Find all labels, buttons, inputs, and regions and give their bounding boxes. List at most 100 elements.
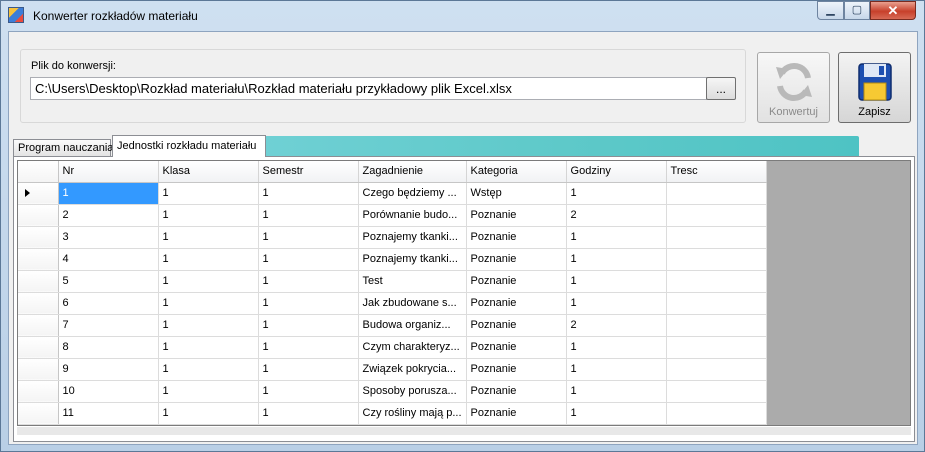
table-cell[interactable]: 1 [566,226,667,249]
table-cell[interactable]: 1 [258,402,359,425]
row-header[interactable] [18,314,59,337]
table-row[interactable]: 2 1 1 Porównanie budo... Poznanie 2 [18,204,767,227]
table-cell[interactable]: 8 [58,336,159,359]
table-row[interactable]: 6 1 1 Jak zbudowane s... Poznanie 1 [18,292,767,315]
row-header[interactable] [18,292,59,315]
table-cell[interactable] [666,248,767,271]
table-cell[interactable]: 2 [566,204,667,227]
table-cell[interactable]: 1 [158,182,259,205]
table-row[interactable]: 10 1 1 Sposoby porusza... Poznanie 1 [18,380,767,403]
table-cell[interactable]: 2 [58,204,159,227]
column-header-semestr[interactable]: Semestr [258,161,359,183]
table-cell[interactable]: Poznajemy tkanki... [358,226,467,249]
table-cell[interactable]: 6 [58,292,159,315]
table-cell[interactable]: Poznanie [466,270,567,293]
table-cell[interactable]: 1 [158,226,259,249]
column-header-zagadnienie[interactable]: Zagadnienie [358,161,467,183]
table-cell[interactable]: 1 [258,292,359,315]
table-cell[interactable]: Poznanie [466,402,567,425]
row-header-corner[interactable] [18,161,59,183]
table-cell[interactable]: 1 [158,314,259,337]
browse-button[interactable]: ... [706,77,736,100]
table-cell[interactable] [666,292,767,315]
table-cell[interactable] [666,204,767,227]
table-cell[interactable]: Poznanie [466,380,567,403]
table-cell[interactable]: Poznajemy tkanki... [358,248,467,271]
table-cell[interactable]: Czego będziemy ... [358,182,467,205]
table-cell[interactable]: 10 [58,380,159,403]
table-cell[interactable] [666,270,767,293]
column-header-nr[interactable]: Nr [58,161,159,183]
table-cell[interactable]: Porównanie budo... [358,204,467,227]
column-header-tresc[interactable]: Tresc [666,161,767,183]
table-cell[interactable]: 1 [566,292,667,315]
row-header[interactable] [18,380,59,403]
column-header-kategoria[interactable]: Kategoria [466,161,567,183]
table-cell[interactable]: 1 [566,248,667,271]
table-cell[interactable]: 5 [58,270,159,293]
table-cell[interactable] [666,336,767,359]
table-cell[interactable]: 1 [566,270,667,293]
minimize-button[interactable]: ▁ [817,1,844,20]
table-row[interactable]: 4 1 1 Poznajemy tkanki... Poznanie 1 [18,248,767,271]
table-cell[interactable]: 1 [566,358,667,381]
table-cell[interactable]: 1 [566,336,667,359]
table-cell[interactable]: Poznanie [466,314,567,337]
table-cell[interactable]: 1 [258,182,359,205]
save-button[interactable]: Zapisz [838,52,911,123]
table-row[interactable]: 1 1 1 Czego będziemy ... Wstęp 1 [18,182,767,205]
row-header[interactable] [18,336,59,359]
table-cell[interactable] [666,314,767,337]
table-cell[interactable]: 1 [566,380,667,403]
table-cell[interactable]: Wstęp [466,182,567,205]
table-cell[interactable]: Czy rośliny mają p... [358,402,467,425]
table-cell[interactable]: 1 [258,226,359,249]
table-cell[interactable] [666,182,767,205]
table-cell[interactable]: 3 [58,226,159,249]
file-path-field[interactable]: C:\Users\Desktop\Rozkład materiału\Rozkł… [30,77,707,100]
table-row[interactable]: 5 1 1 Test Poznanie 1 [18,270,767,293]
row-header[interactable] [18,248,59,271]
row-header[interactable] [18,182,59,205]
table-cell[interactable]: Test [358,270,467,293]
table-row[interactable]: 7 1 1 Budowa organiz... Poznanie 2 [18,314,767,337]
table-cell[interactable]: Poznanie [466,292,567,315]
row-header[interactable] [18,358,59,381]
table-row[interactable]: 9 1 1 Związek pokrycia... Poznanie 1 [18,358,767,381]
table-cell[interactable] [666,358,767,381]
table-cell[interactable] [666,226,767,249]
table-cell[interactable]: 1 [258,380,359,403]
table-cell[interactable]: 2 [566,314,667,337]
table-cell[interactable]: Związek pokrycia... [358,358,467,381]
table-cell[interactable]: 1 [58,182,159,205]
table-cell[interactable]: 1 [258,336,359,359]
table-cell[interactable]: 1 [158,248,259,271]
table-cell[interactable]: 1 [158,204,259,227]
table-cell[interactable]: Jak zbudowane s... [358,292,467,315]
table-row[interactable]: 8 1 1 Czym charakteryz... Poznanie 1 [18,336,767,359]
column-header-godziny[interactable]: Godziny [566,161,667,183]
table-cell[interactable]: Czym charakteryz... [358,336,467,359]
tab-program-nauczania[interactable]: Program nauczania [13,139,113,156]
row-header[interactable] [18,226,59,249]
table-cell[interactable]: Poznanie [466,226,567,249]
table-cell[interactable]: 7 [58,314,159,337]
tab-jednostki-rozkladu[interactable]: Jednostki rozkładu materiału [112,135,266,157]
table-cell[interactable]: 11 [58,402,159,425]
table-cell[interactable]: Budowa organiz... [358,314,467,337]
table-cell[interactable]: 1 [258,204,359,227]
table-cell[interactable]: 1 [158,292,259,315]
table-cell[interactable]: 1 [158,358,259,381]
table-cell[interactable] [666,402,767,425]
column-header-klasa[interactable]: Klasa [158,161,259,183]
table-cell[interactable]: Poznanie [466,336,567,359]
table-cell[interactable]: Sposoby porusza... [358,380,467,403]
table-cell[interactable]: 1 [258,358,359,381]
table-cell[interactable]: 1 [258,270,359,293]
table-row[interactable]: 11 1 1 Czy rośliny mają p... Poznanie 1 [18,402,767,425]
table-cell[interactable]: 1 [566,402,667,425]
table-cell[interactable]: Poznanie [466,248,567,271]
row-header[interactable] [18,270,59,293]
table-cell[interactable]: Poznanie [466,358,567,381]
table-cell[interactable]: 1 [258,314,359,337]
